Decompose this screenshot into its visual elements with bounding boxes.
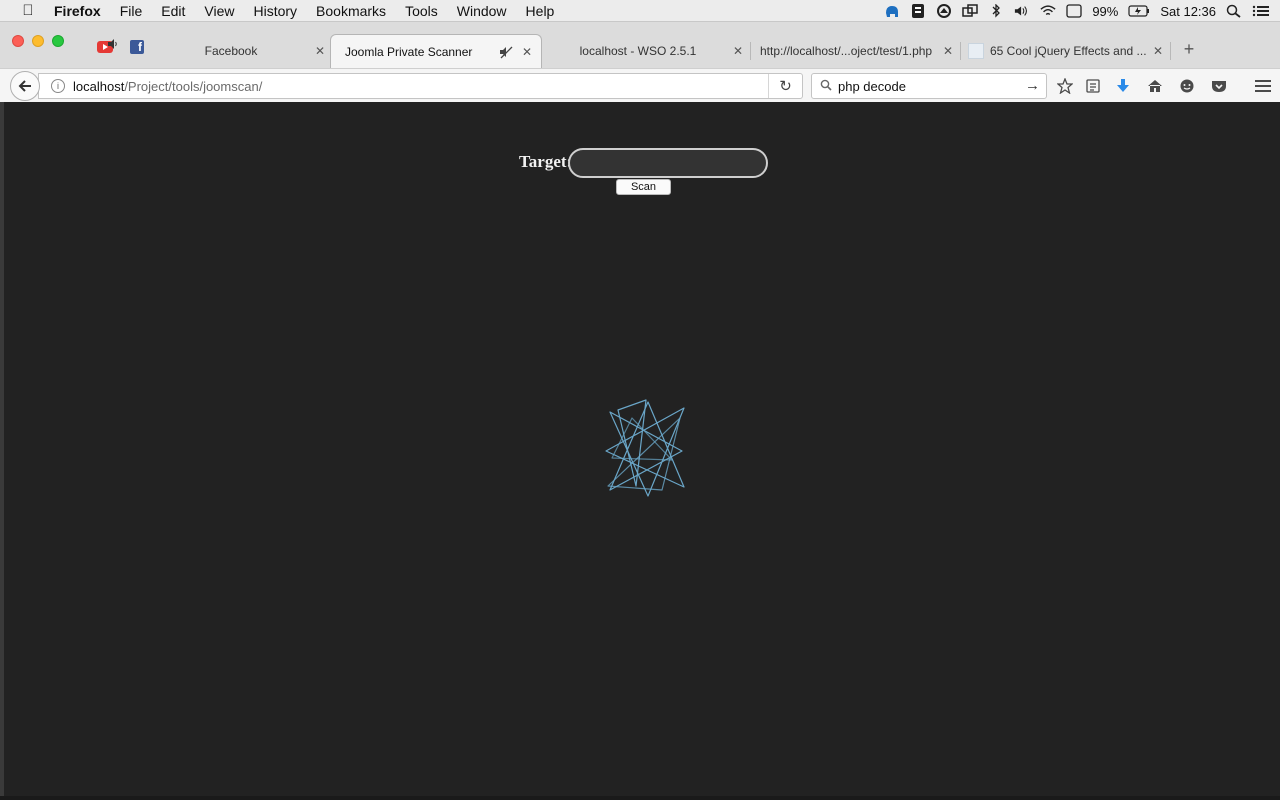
apple-icon[interactable]:  (19, 2, 37, 19)
close-tab-icon[interactable]: ✕ (312, 44, 328, 58)
menu-file[interactable]: File (120, 3, 143, 19)
facebook-icon: f (130, 40, 144, 54)
tab-separator (960, 42, 961, 60)
search-input[interactable]: php decode (838, 79, 906, 94)
wifi-icon[interactable] (1040, 4, 1056, 18)
tab-joomla-private-scanner[interactable]: Joomla Private Scanner ✕ (330, 34, 542, 68)
tab-facebook[interactable]: Facebook ✕ (150, 34, 328, 68)
tab-label: 65 Cool jQuery Effects and ... (990, 44, 1147, 58)
hamburger-icon[interactable] (1254, 77, 1272, 95)
spotlight-search-icon[interactable] (1226, 4, 1242, 18)
url-path: /Project/tools/joomscan/ (124, 78, 263, 94)
reading-list-icon[interactable] (1084, 77, 1102, 95)
new-tab-button[interactable]: + (1180, 40, 1198, 58)
home-icon[interactable] (1146, 77, 1164, 95)
site-info-icon[interactable]: i (51, 79, 65, 93)
elephant-app-icon[interactable] (884, 4, 900, 18)
close-tab-icon[interactable]: ✕ (519, 45, 535, 59)
tab-label: Facebook (204, 44, 258, 58)
star-icon[interactable] (1056, 77, 1074, 95)
target-input[interactable] (568, 148, 768, 178)
close-window-button[interactable] (12, 35, 24, 47)
minimize-window-button[interactable] (32, 35, 44, 47)
search-go-icon[interactable]: → (1025, 77, 1040, 94)
back-button[interactable] (10, 71, 40, 101)
pinned-tab-facebook-icon-container[interactable]: f (127, 38, 147, 56)
zoom-window-button[interactable] (52, 35, 64, 47)
circle-app-icon[interactable] (936, 4, 952, 18)
battery-percent[interactable]: 99% (1092, 4, 1118, 19)
page-content: Target: Scan (4, 102, 1280, 796)
browser-chrome: f Facebook ✕ Joomla Private Scanner ✕ lo… (0, 22, 1280, 102)
menu-window[interactable]: Window (457, 3, 507, 19)
evernote-icon[interactable] (910, 4, 926, 18)
window-controls (12, 35, 72, 47)
tab-localhost-wso[interactable]: localhost - WSO 2.5.1 ✕ (546, 34, 746, 68)
menu-history[interactable]: History (253, 3, 297, 19)
bluetooth-icon[interactable] (988, 4, 1004, 18)
muted-audio-icon[interactable] (499, 45, 513, 59)
page-favicon-icon (968, 43, 984, 59)
menu-app-firefox[interactable]: Firefox (54, 3, 101, 19)
tab-label: localhost - WSO 2.5.1 (579, 44, 697, 58)
menu-edit[interactable]: Edit (161, 3, 185, 19)
hello-chat-icon[interactable] (1178, 77, 1196, 95)
navigation-toolbar: i localhost/Project/tools/joomscan/ ↻ ph… (0, 68, 1280, 102)
macos-menu-bar:  Firefox File Edit View History Bookmar… (0, 0, 1280, 22)
menu-help[interactable]: Help (526, 3, 555, 19)
tab-jquery-effects[interactable]: 65 Cool jQuery Effects and ... ✕ (968, 34, 1166, 68)
url-bar[interactable]: i localhost/Project/tools/joomscan/ ↻ (38, 73, 803, 99)
target-label: Target: (519, 152, 573, 171)
close-tab-icon[interactable]: ✕ (940, 44, 956, 58)
url-host: localhost (73, 78, 125, 94)
reload-icon[interactable]: ↻ (768, 74, 802, 98)
tab-label: Joomla Private Scanner (345, 44, 473, 59)
download-icon[interactable] (1114, 77, 1132, 95)
close-tab-icon[interactable]: ✕ (730, 44, 746, 58)
back-arrow-icon (18, 80, 31, 92)
notification-center-icon[interactable] (1252, 4, 1270, 18)
scan-button[interactable]: Scan (616, 179, 671, 195)
window-bottom-edge (0, 796, 1280, 800)
search-icon (820, 79, 834, 94)
tab-separator (1170, 42, 1171, 60)
tab-label: http://localhost/...oject/test/1.php (760, 44, 933, 58)
close-tab-icon[interactable]: ✕ (1150, 44, 1166, 58)
keyboard-layout-icon[interactable] (1066, 4, 1082, 18)
screens-icon[interactable] (962, 4, 979, 18)
clock[interactable]: Sat 12:36 (1160, 4, 1216, 19)
tab-separator (750, 42, 751, 60)
pocket-icon[interactable] (1210, 77, 1228, 95)
battery-icon[interactable] (1128, 4, 1150, 18)
menu-view[interactable]: View (204, 3, 234, 19)
menu-tools[interactable]: Tools (405, 3, 438, 19)
menu-bar-status-area: 99% Sat 12:36 (884, 0, 1280, 22)
menu-bookmarks[interactable]: Bookmarks (316, 3, 386, 19)
tab-localhost-test[interactable]: http://localhost/...oject/test/1.php ✕ (756, 34, 956, 68)
spinning-star-loader (605, 399, 685, 497)
audio-playing-icon[interactable] (108, 39, 118, 49)
search-bar[interactable]: php decode → (811, 73, 1047, 99)
volume-icon[interactable] (1014, 4, 1030, 18)
